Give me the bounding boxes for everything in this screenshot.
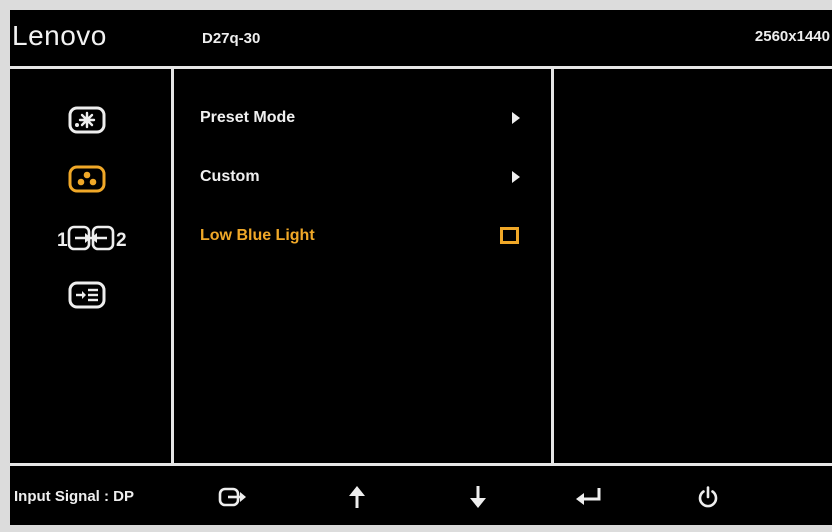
up-button[interactable] bbox=[342, 482, 372, 512]
sidebar-divider bbox=[171, 67, 174, 465]
menu-item-label: Low Blue Light bbox=[200, 227, 315, 244]
footer: Input Signal : DP bbox=[10, 468, 832, 525]
sidebar-item-input-source[interactable]: 1 2 bbox=[55, 223, 131, 253]
brightness-contrast-icon bbox=[68, 106, 106, 134]
exit-icon bbox=[218, 487, 246, 507]
low-blue-light-checkbox[interactable] bbox=[500, 227, 519, 244]
up-arrow-icon bbox=[349, 486, 365, 508]
menu-item-low-blue-light[interactable]: Low Blue Light bbox=[200, 219, 540, 253]
input-source-icon: 1 2 bbox=[57, 225, 127, 251]
input-signal-status: Input Signal : DP bbox=[14, 488, 134, 505]
menu-item-preset-mode[interactable]: Preset Mode bbox=[200, 101, 540, 135]
footer-divider bbox=[10, 463, 832, 466]
brand-logo: Lenovo bbox=[12, 20, 107, 51]
menu-settings-icon bbox=[68, 281, 106, 309]
power-button[interactable] bbox=[693, 482, 723, 512]
svg-text:2: 2 bbox=[116, 230, 127, 251]
down-button[interactable] bbox=[463, 482, 493, 512]
sidebar-item-brightness[interactable] bbox=[65, 105, 109, 135]
enter-button[interactable] bbox=[573, 482, 603, 512]
submenu-divider bbox=[551, 67, 554, 465]
menu-item-custom[interactable]: Custom bbox=[200, 160, 540, 194]
header-divider bbox=[10, 66, 832, 69]
down-arrow-icon bbox=[470, 486, 486, 508]
sidebar-item-menu-settings[interactable] bbox=[65, 280, 109, 310]
color-settings-icon bbox=[68, 165, 106, 193]
enter-icon bbox=[576, 488, 601, 505]
menu-item-label: Custom bbox=[200, 168, 260, 185]
model-name: D27q-30 bbox=[202, 30, 261, 47]
monitor-osd-menu: Lenovo D27q-30 2560x1440 1 2 Preset Mode… bbox=[10, 10, 832, 525]
power-icon bbox=[698, 486, 718, 508]
arrow-right-icon bbox=[512, 112, 520, 124]
sidebar-item-color[interactable] bbox=[65, 164, 109, 194]
arrow-right-icon bbox=[512, 171, 520, 183]
header: Lenovo D27q-30 2560x1440 bbox=[10, 10, 832, 66]
resolution-label: 2560x1440 bbox=[754, 28, 830, 45]
exit-button[interactable] bbox=[218, 482, 248, 512]
svg-text:1: 1 bbox=[57, 230, 68, 251]
menu-item-label: Preset Mode bbox=[200, 109, 296, 126]
